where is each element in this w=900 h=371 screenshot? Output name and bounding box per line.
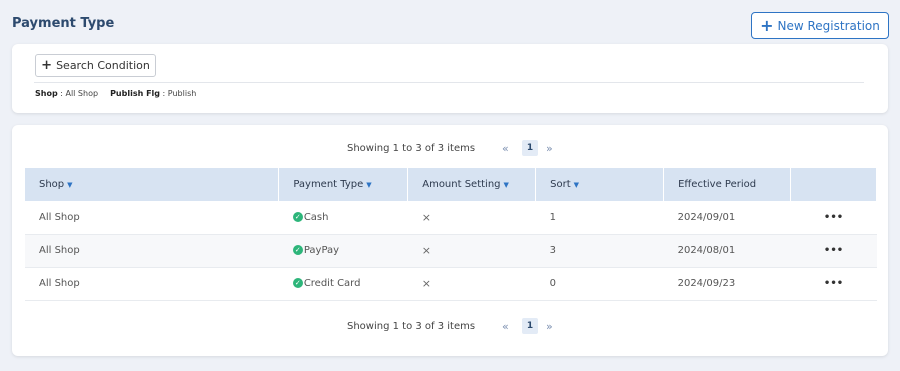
table-row[interactable]: All Shop ✓ Cash × 1 2024/09/01 ••• [25, 201, 877, 235]
sort-caret-icon: ▼ [573, 181, 580, 189]
cell-payment-type: ✓ PayPay [278, 234, 408, 268]
cell-effective-period: 2024/09/01 [663, 201, 791, 235]
cell-effective-period: 2024/09/23 [663, 267, 791, 301]
showing-text: Showing 1 to 3 of 3 items [347, 142, 476, 154]
new-registration-label: New Registration [777, 18, 880, 33]
cell-sort: 3 [535, 234, 664, 268]
divider [34, 82, 864, 83]
search-condition-label: Search Condition [56, 59, 150, 72]
sort-caret-icon: ▼ [67, 181, 73, 189]
filter-summary: Shop : All Shop Publish Flg : Publish [35, 89, 196, 98]
column-header-shop[interactable]: Shop ▼ [25, 168, 280, 201]
showing-text: Showing 1 to 3 of 3 items [347, 320, 476, 332]
last-page-icon[interactable]: » [546, 320, 553, 333]
column-header-effective-period: Effective Period [663, 168, 792, 201]
plus-icon: + [41, 58, 53, 73]
cell-effective-period: 2024/08/01 [663, 234, 791, 268]
cell-shop: All Shop [25, 201, 279, 235]
cell-shop: All Shop [25, 267, 279, 301]
cell-payment-type: ✓ Credit Card [278, 267, 408, 301]
new-registration-button[interactable]: + New Registration [751, 12, 889, 39]
row-menu-icon[interactable]: ••• [790, 267, 877, 301]
check-circle-icon: ✓ [292, 211, 303, 222]
results-panel: Showing 1 to 3 of 3 items « 1 » Shop ▼ Pa… [12, 125, 888, 356]
table-row[interactable]: All Shop ✓ PayPay × 3 2024/08/01 ••• [25, 234, 877, 268]
row-menu-icon[interactable]: ••• [790, 234, 877, 268]
check-circle-icon: ✓ [292, 245, 303, 255]
sort-caret-icon: ▼ [503, 181, 509, 189]
cell-payment-type: ✓ Cash [278, 201, 408, 235]
page-1-button[interactable]: 1 [522, 318, 538, 334]
search-condition-button[interactable]: + Search Condition [35, 54, 156, 77]
search-panel: + Search Condition Shop : All Shop Publi… [12, 44, 888, 113]
column-header-amount-setting[interactable]: Amount Setting ▼ [407, 168, 537, 201]
cell-sort: 1 [535, 201, 664, 235]
table-header-row: Shop ▼ Payment Type ▼ Amount Setting ▼ Sort… [25, 168, 877, 201]
plus-icon: + [760, 15, 774, 35]
last-page-icon[interactable]: » [546, 142, 553, 155]
sort-caret-icon: ▼ [366, 181, 372, 189]
check-circle-icon: ✓ [292, 278, 303, 288]
first-page-icon[interactable]: « [502, 142, 509, 155]
column-header-actions [790, 168, 877, 201]
table-row[interactable]: All Shop ✓ Credit Card × 0 2024/09/23 ••• [25, 267, 877, 301]
cell-amount-setting: × [407, 267, 536, 301]
payment-type-table: Shop ▼ Payment Type ▼ Amount Setting ▼ Sort… [25, 168, 877, 301]
page-1-button[interactable]: 1 [522, 140, 538, 156]
cell-shop: All Shop [25, 234, 279, 268]
cell-amount-setting: × [407, 234, 536, 268]
pagination-bottom: Showing 1 to 3 of 3 items « 1 » [12, 317, 888, 335]
cell-amount-setting: × [407, 201, 536, 235]
pagination-top: Showing 1 to 3 of 3 items « 1 » [12, 139, 888, 157]
column-header-payment-type[interactable]: Payment Type ▼ [278, 168, 409, 201]
filter-shop: Shop : All Shop [35, 89, 99, 98]
column-header-sort[interactable]: Sort ▼ [535, 168, 665, 201]
filter-publish-flg: Publish Flg : Publish [110, 89, 197, 98]
row-menu-icon[interactable]: ••• [790, 201, 877, 235]
cell-sort: 0 [535, 267, 664, 301]
page-title: Payment Type [12, 16, 115, 31]
first-page-icon[interactable]: « [502, 320, 509, 333]
